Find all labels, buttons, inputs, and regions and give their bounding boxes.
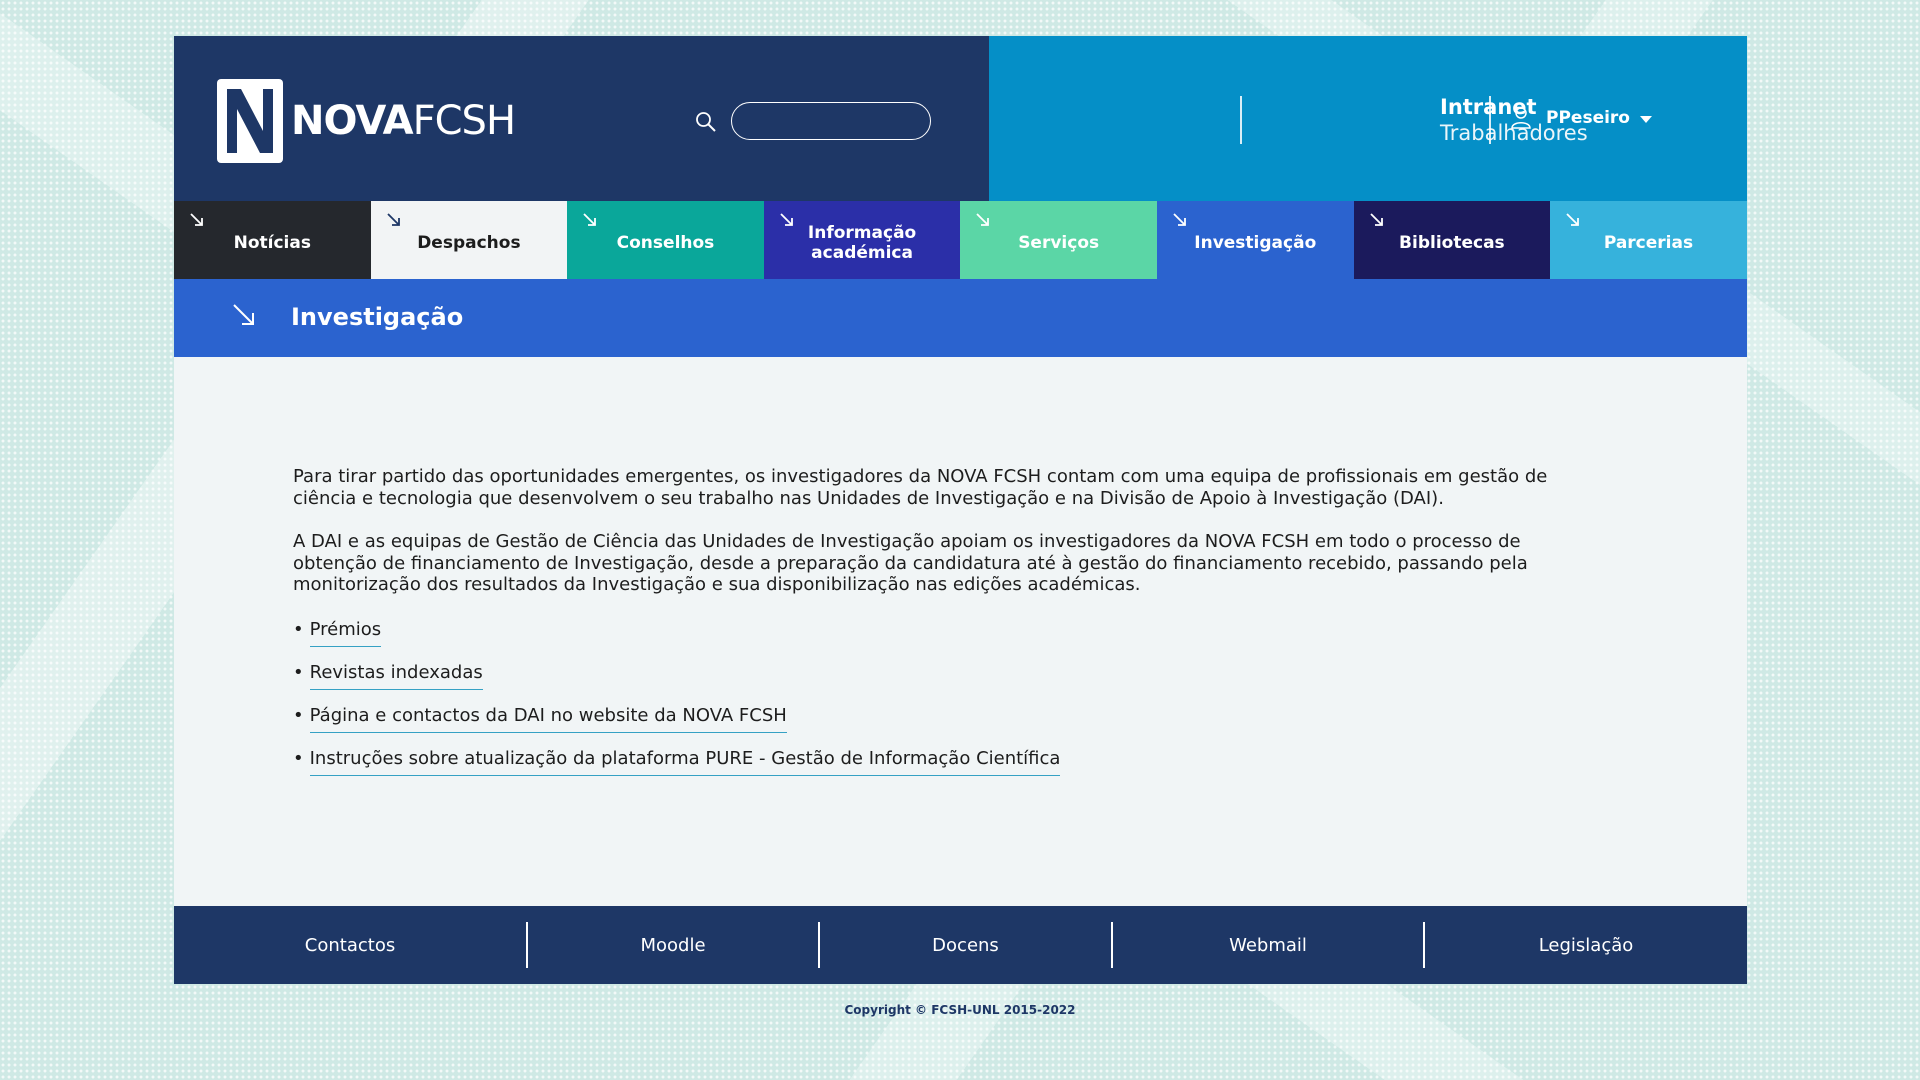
- nav-item-bibliotecas[interactable]: Bibliotecas: [1353, 201, 1551, 279]
- search-icon[interactable]: [694, 110, 718, 134]
- dai-contacts-link[interactable]: Página e contactos da DAI no website da …: [309, 705, 787, 733]
- arrow-down-right-icon: [386, 213, 400, 226]
- list-item: • Revistas indexadas: [293, 662, 483, 690]
- user-icon: [1511, 107, 1531, 129]
- revistas-indexadas-link[interactable]: Revistas indexadas: [309, 662, 483, 690]
- dai-paragraph: A DAI e as equipas de Gestão de Ciência …: [293, 531, 1528, 595]
- nav-item-noticias[interactable]: Notícias: [174, 201, 371, 279]
- pure-instructions-link[interactable]: Instruções sobre atualização da platafor…: [309, 748, 1061, 776]
- intro-paragraph: Para tirar partido das oportunidades eme…: [293, 466, 1548, 509]
- header-divider: [1240, 96, 1242, 144]
- bullet: •: [293, 619, 304, 640]
- chevron-down-icon: [1640, 116, 1652, 123]
- arrow-down-right-icon: [1173, 213, 1186, 226]
- nav-item-parcerias[interactable]: Parcerias: [1550, 201, 1747, 279]
- nav-item-label: Bibliotecas: [1399, 233, 1505, 253]
- logo-n-icon: [217, 79, 283, 163]
- site-logo[interactable]: NOVAFCSH: [217, 78, 516, 164]
- arrow-down-right-icon: [583, 213, 597, 226]
- list-item: • Instruções sobre atualização da plataf…: [293, 748, 1061, 776]
- search-input[interactable]: [731, 102, 931, 140]
- arrow-down-right-icon: [190, 213, 203, 226]
- copyright-text: Copyright © FCSH-UNL 2015-2022: [844, 1003, 1076, 1017]
- arrow-down-right-icon: [780, 213, 793, 226]
- footer-link-webmail[interactable]: Webmail: [1113, 906, 1423, 984]
- list-item: • Página e contactos da DAI no website d…: [293, 705, 787, 733]
- bullet: •: [293, 748, 304, 769]
- premios-link[interactable]: Prémios: [309, 619, 382, 647]
- nav-item-informacao-academica[interactable]: Informação académica: [763, 201, 961, 279]
- site-footer: Contactos Moodle Docens Webmail Legislaç…: [174, 906, 1747, 984]
- section-title-bar: Investigação: [174, 279, 1747, 357]
- page-title: Investigação: [291, 303, 464, 331]
- main-nav: Notícias Despachos Conselhos Informação …: [174, 201, 1747, 279]
- list-item: • Prémios: [293, 619, 382, 647]
- bullet: •: [293, 705, 304, 726]
- bullet: •: [293, 662, 304, 683]
- page-frame: NOVAFCSH Intranet Trabalhadores PPeseiro: [174, 36, 1747, 984]
- arrow-down-right-icon: [976, 213, 990, 226]
- nav-item-investigacao[interactable]: Investigação: [1156, 201, 1354, 279]
- footer-link-contactos[interactable]: Contactos: [174, 906, 526, 984]
- site-header: NOVAFCSH Intranet Trabalhadores PPeseiro: [174, 36, 1747, 201]
- footer-link-legislacao[interactable]: Legislação: [1425, 906, 1747, 984]
- nav-item-label: Despachos: [417, 233, 521, 253]
- header-divider: [1489, 96, 1491, 144]
- user-name: PPeseiro: [1546, 108, 1630, 128]
- footer-link-moodle[interactable]: Moodle: [528, 906, 818, 984]
- header-left-panel: NOVAFCSH: [174, 36, 989, 201]
- nav-item-conselhos[interactable]: Conselhos: [567, 201, 764, 279]
- arrow-down-right-icon: [233, 304, 254, 325]
- nav-item-despachos[interactable]: Despachos: [370, 201, 568, 279]
- main-content: Para tirar partido das oportunidades eme…: [174, 357, 1747, 906]
- arrow-down-right-icon: [1566, 213, 1580, 226]
- footer-link-docens[interactable]: Docens: [820, 906, 1111, 984]
- nav-item-label: Investigação: [1194, 233, 1317, 253]
- user-menu[interactable]: PPeseiro: [1510, 106, 1652, 130]
- nav-item-label: Parcerias: [1603, 233, 1694, 253]
- nav-item-label: Conselhos: [616, 233, 715, 253]
- logo-wordmark: NOVAFCSH: [291, 98, 516, 144]
- nav-item-servicos[interactable]: Serviços: [960, 201, 1157, 279]
- arrow-down-right-icon: [1369, 213, 1383, 226]
- nav-item-label: Notícias: [233, 233, 311, 253]
- nav-item-label: Informação académica: [807, 223, 917, 263]
- nav-item-label: Serviços: [1018, 233, 1100, 253]
